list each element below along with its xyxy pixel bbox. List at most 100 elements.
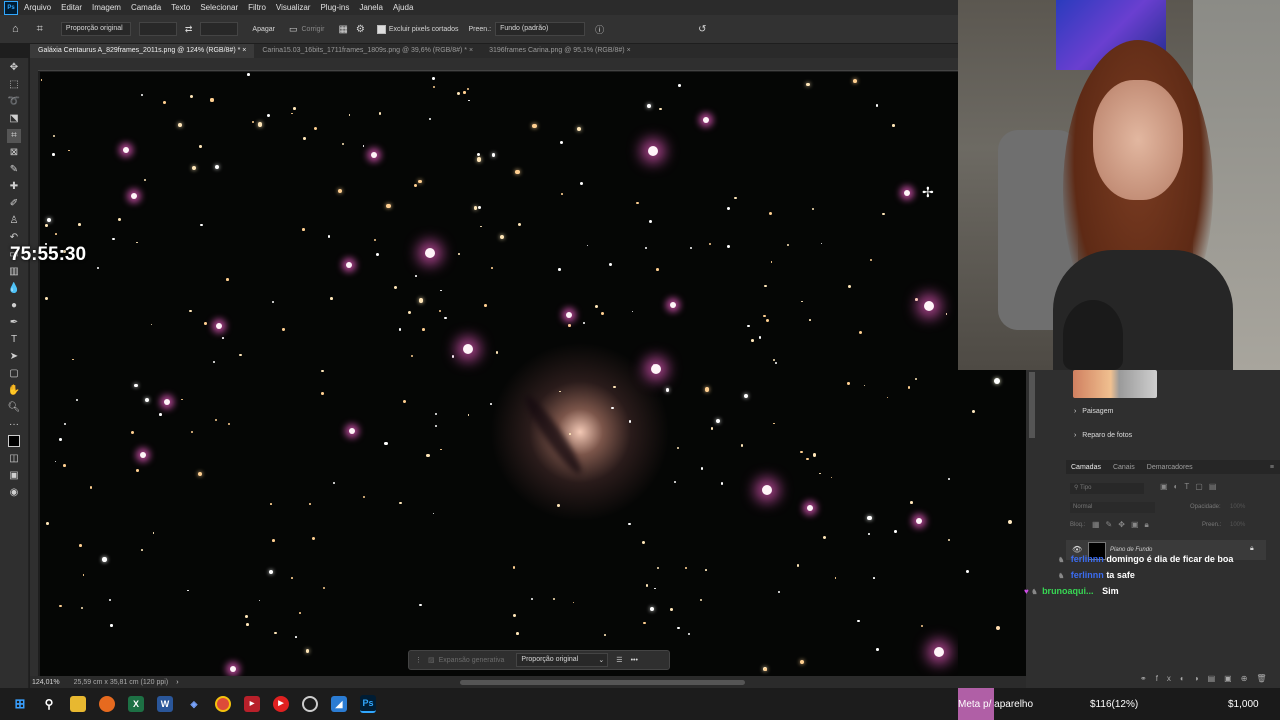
tab-camadas[interactable]: Camadas [1071, 464, 1101, 471]
search-icon[interactable]: ⚲ [41, 696, 57, 712]
opacity-value[interactable]: 100% [1230, 504, 1245, 510]
history-brush-icon[interactable]: ↶ [7, 231, 21, 245]
ratio-height-field[interactable] [200, 22, 239, 36]
more-tools-icon[interactable]: ··· [7, 418, 21, 432]
zoom-tool-icon[interactable]: 🔍︎ [7, 401, 21, 415]
crop-tool-icon[interactable]: ⌗ [37, 23, 43, 36]
menu-visualizar[interactable]: Visualizar [276, 3, 311, 12]
chrome-icon[interactable] [215, 696, 231, 712]
tab-centaurus[interactable]: Galáxia Centaurus A_829frames_2011s.png … [30, 44, 255, 58]
chevron-right-icon[interactable]: › [176, 679, 178, 686]
close-icon[interactable]: × [469, 47, 473, 54]
straighten-icon[interactable]: ▭ [289, 24, 298, 35]
lock-icons[interactable]: ▦✎✥▣🔒︎ [1092, 520, 1155, 530]
menu-selecionar[interactable]: Selecionar [200, 3, 238, 12]
delete-cropped-checkbox[interactable]: Excluir pixels cortados [376, 24, 459, 34]
clear-button[interactable]: Apagar [252, 26, 275, 33]
frame-tool-icon[interactable]: ⊠ [7, 146, 21, 160]
canvas-extension[interactable] [958, 370, 1026, 676]
swap-icon[interactable]: ⇄ [185, 24, 193, 35]
menu-filtro[interactable]: Filtro [248, 3, 266, 12]
healing-brush-icon[interactable]: ✚ [7, 180, 21, 194]
close-icon[interactable]: × [242, 47, 246, 54]
fill-value[interactable]: 100% [1230, 522, 1245, 528]
color-swatch-icon[interactable] [7, 435, 21, 449]
windows-start-icon[interactable]: ⊞ [12, 696, 28, 712]
chevron-down-icon[interactable]: ⌄ [598, 656, 604, 664]
eyedropper-icon[interactable]: ✎ [7, 163, 21, 177]
generative-fill-icon[interactable]: ▨ [428, 656, 435, 664]
zoom-level[interactable]: 124,01% [32, 679, 60, 686]
camera-icon[interactable]: ◉ [7, 486, 21, 500]
straighten-button[interactable]: Corrigir [302, 26, 325, 33]
word-icon[interactable]: W [157, 696, 173, 712]
gradient-icon[interactable]: ▥ [7, 265, 21, 279]
lasso-tool-icon[interactable]: ➰ [7, 95, 21, 109]
info-icon[interactable]: ⓘ [595, 23, 604, 36]
fill-select[interactable]: Fundo (padrão) [495, 22, 586, 36]
photoshop-logo-icon[interactable]: Ps [4, 0, 18, 15]
blur-icon[interactable]: 💧 [7, 282, 21, 296]
horizontal-scrollbar[interactable] [460, 680, 745, 685]
menu-ajuda[interactable]: Ajuda [393, 3, 413, 12]
marquee-tool-icon[interactable]: ⬚ [7, 78, 21, 92]
vertical-ruler[interactable] [30, 70, 38, 678]
obs-icon[interactable] [302, 696, 318, 712]
brush-tool-icon[interactable]: ✐ [7, 197, 21, 211]
gear-icon[interactable]: ⚙ [356, 24, 365, 35]
close-icon[interactable]: × [627, 47, 631, 54]
layer-name[interactable]: Plano de Fundo [1110, 547, 1152, 553]
path-select-icon[interactable]: ➤ [7, 350, 21, 364]
blend-mode-select[interactable]: Normal [1070, 502, 1155, 513]
ratio-width-field[interactable] [138, 22, 177, 36]
ratio-select[interactable]: Proporção original [60, 22, 131, 36]
menu-plugins[interactable]: Plug-ins [320, 3, 349, 12]
more-options-icon[interactable]: ••• [631, 657, 638, 664]
menu-imagem[interactable]: Imagem [92, 3, 121, 12]
generative-expand-button[interactable]: Expansão generativa [439, 657, 505, 664]
dodge-icon[interactable]: ● [7, 299, 21, 313]
preset-thumbnails[interactable] [1073, 370, 1157, 398]
hand-tool-icon[interactable]: ✋ [7, 384, 21, 398]
settings-slider-icon[interactable]: ☰ [616, 656, 622, 664]
menu-camada[interactable]: Camada [131, 3, 161, 12]
app-blue-icon[interactable]: ◢ [331, 696, 347, 712]
layer-search-field[interactable]: ⚲ Tipo [1070, 483, 1144, 494]
menu-arquivo[interactable]: Arquivo [24, 3, 51, 12]
adjust-item-paisagem[interactable]: › Paisagem [1074, 408, 1113, 415]
tab-canais[interactable]: Canais [1113, 464, 1135, 471]
type-tool-icon[interactable]: T [7, 333, 21, 347]
drag-handle-icon[interactable]: ⋮ [415, 656, 422, 664]
object-select-icon[interactable]: ⬔ [7, 112, 21, 126]
grid-overlay-icon[interactable]: ▦ [338, 24, 347, 35]
crop-tool-icon[interactable]: ⌗ [7, 129, 21, 143]
file-explorer-icon[interactable] [70, 696, 86, 712]
app-icon[interactable]: ◈ [186, 696, 202, 712]
app-red-icon[interactable]: ▶ [244, 696, 260, 712]
layer-filter-icons[interactable]: ▣◐T▢▤ [1160, 482, 1222, 491]
document-size[interactable]: 25,59 cm x 35,81 cm (120 ppi) [74, 679, 169, 686]
menu-editar[interactable]: Editar [61, 3, 82, 12]
ratio-dropdown[interactable]: Proporção original [516, 653, 609, 667]
reset-icon[interactable]: ↺ [698, 24, 706, 35]
checkbox-icon[interactable] [376, 24, 386, 34]
menu-janela[interactable]: Janela [359, 3, 383, 12]
document-canvas[interactable] [40, 72, 958, 676]
excel-icon[interactable]: X [128, 696, 144, 712]
horizontal-ruler[interactable] [30, 58, 1026, 71]
menu-texto[interactable]: Texto [171, 3, 190, 12]
tab-demarcadores[interactable]: Demarcadores [1147, 464, 1193, 471]
move-tool-icon[interactable]: ✥ [7, 61, 21, 75]
pen-tool-icon[interactable]: ✒ [7, 316, 21, 330]
tab-carina-3196[interactable]: 3196frames Carina.png @ 95,1% (RGB/8#) × [481, 44, 639, 58]
media-player-icon[interactable]: ▶ [273, 696, 289, 712]
home-icon[interactable]: ⌂ [12, 23, 19, 35]
tab-carina-16bits[interactable]: Carina15.03_16bits_1711frames_1809s.png … [254, 44, 481, 58]
photoshop-taskbar-icon[interactable]: Ps [360, 695, 376, 713]
adjust-item-reparo[interactable]: › Reparo de fotos [1074, 432, 1132, 439]
eye-icon[interactable]: 👁︎ [1072, 545, 1082, 554]
layers-footer-icons[interactable]: ⚭fx◐◑▤▣⊕🗑︎ [1140, 674, 1276, 683]
stamp-tool-icon[interactable]: ♙ [7, 214, 21, 228]
firefox-icon[interactable] [99, 696, 115, 712]
canvas-vertical-scrollbar[interactable] [1029, 372, 1035, 438]
